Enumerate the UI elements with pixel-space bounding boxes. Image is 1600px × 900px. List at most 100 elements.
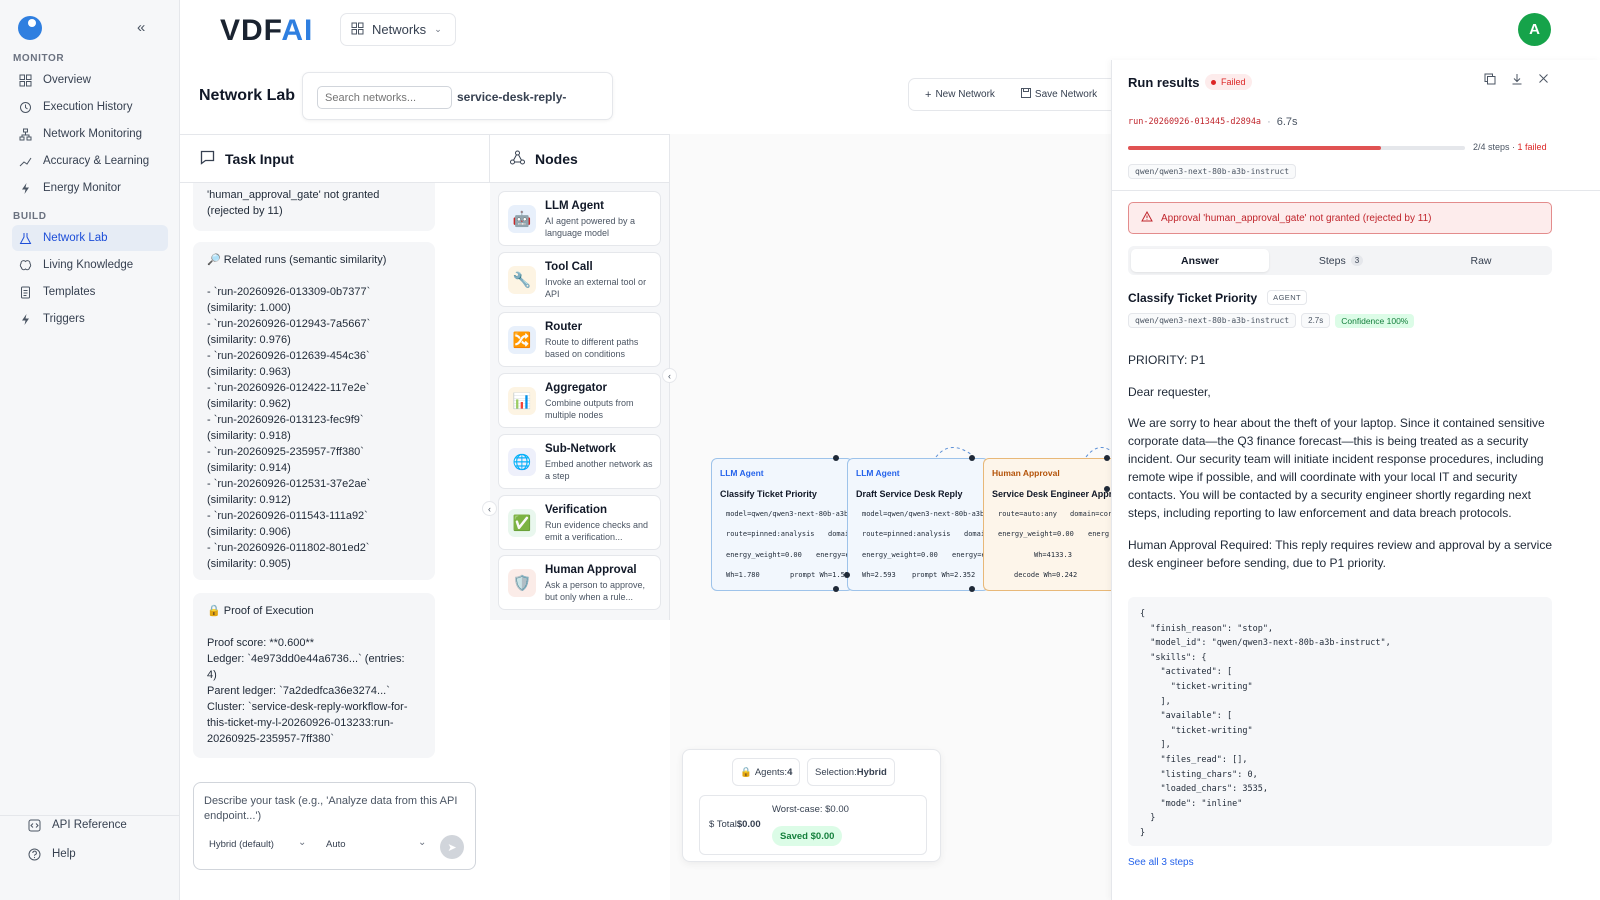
history-icon — [18, 100, 32, 114]
task-input-panel: 'human_approval_gate' not granted (rejec… — [180, 183, 490, 768]
text-line: 20260925-235957-7ff380` — [207, 733, 335, 745]
tab-raw[interactable]: Raw — [1412, 249, 1550, 272]
search-networks-input[interactable] — [317, 86, 452, 109]
connector-handle[interactable] — [833, 455, 839, 461]
sidebar-item-api-reference[interactable]: API Reference — [21, 812, 171, 838]
sidebar-item-overview[interactable]: Overview — [12, 67, 168, 93]
node-palette-item[interactable]: 🔀 Router Route to different paths based on… — [498, 312, 661, 368]
connector-handle[interactable] — [844, 572, 850, 578]
connector-handle[interactable] — [969, 586, 975, 592]
node-palette-item[interactable]: 🔧 Tool Call Invoke an external tool or API — [498, 251, 661, 307]
flow-node-draft[interactable]: LLM Agent Draft Service Desk Reply model… — [847, 458, 1019, 591]
save-icon — [1020, 88, 1031, 101]
node-name: Aggregator — [545, 382, 607, 395]
node-description: AI agent powered by a language model — [545, 216, 636, 238]
run-id[interactable]: run-20260926-013445-d2894a — [1128, 117, 1261, 127]
nodes-title: Nodes — [535, 150, 578, 167]
flow-node-meta: energy_weight=0.00 — [998, 530, 1074, 538]
sidebar-item-help[interactable]: Help — [21, 841, 171, 867]
connector-handle[interactable] — [969, 455, 975, 461]
sidebar-item-network-monitoring[interactable]: Network Monitoring — [12, 121, 168, 147]
results-title: Run results — [1128, 75, 1200, 90]
node-description: Route to different paths based on condit… — [545, 337, 639, 360]
node-palette-item[interactable]: 🤖 LLM Agent AI agent powered by a language… — [498, 191, 661, 246]
chevron-down-icon: ⌄ — [418, 837, 427, 848]
task-input-box[interactable]: Describe your task (e.g., 'Analyze data … — [193, 782, 476, 870]
node-palette-item[interactable]: 🛡️ Human Approval Ask a person to approve,… — [498, 555, 661, 611]
sidebar-item-energy-monitor[interactable]: Energy Monitor — [12, 175, 168, 201]
text-line: (similarity: 0.906) — [207, 526, 291, 538]
mode-dropdown[interactable]: Hybrid (default) — [209, 839, 274, 850]
networks-dropdown[interactable]: Networks ⌄ — [340, 13, 456, 46]
text-line: - `run-20260925-235957-7ff380` — [207, 446, 364, 458]
text-line: - `run-20260926-012531-37e2ae` — [207, 478, 371, 490]
brand-text-right: AI — [281, 14, 314, 47]
send-icon: ➤ — [447, 841, 457, 854]
sidebar-item-execution-history[interactable]: Execution History — [12, 94, 168, 120]
sidebar-item-label: Help — [52, 848, 76, 860]
sidebar-item-living-knowledge[interactable]: Living Knowledge — [12, 252, 168, 278]
steps-count-badge: 3 — [1350, 255, 1364, 266]
connector-handle[interactable] — [833, 586, 839, 592]
sidebar-item-accuracy-learning[interactable]: Accuracy & Learning — [12, 148, 168, 174]
app-logo[interactable] — [18, 16, 42, 40]
copy-icon[interactable] — [1484, 73, 1496, 88]
node-palette-item[interactable]: 🌐 Sub-Network Embed another network as a s… — [498, 433, 661, 489]
node-palette-item[interactable]: ✅ Verification Run evidence checks and emi… — [498, 494, 661, 550]
agents-chip: 🔒 Agents: 4 — [732, 758, 801, 786]
flow-node-human-approval[interactable]: Human Approval Service Desk Engineer App… — [983, 458, 1111, 591]
sidebar-item-network-lab[interactable]: Network Lab — [12, 225, 168, 251]
tab-answer[interactable]: Answer — [1131, 249, 1269, 272]
flow-node-name: Service Desk Engineer Appro — [992, 489, 1111, 499]
collapse-sidebar-icon[interactable]: « — [137, 19, 145, 36]
flow-node-meta: energ — [1088, 530, 1110, 538]
flow-node-type: LLM Agent — [856, 468, 900, 478]
sidebar-item-templates[interactable]: Templates — [12, 279, 168, 305]
download-icon[interactable] — [1511, 73, 1523, 88]
connector-handle[interactable] — [1104, 455, 1110, 461]
see-all-steps-link[interactable]: See all 3 steps — [1128, 857, 1194, 868]
text-line: (similarity: 1.000) — [207, 302, 291, 314]
task-input-header: Task Input — [180, 134, 490, 183]
save-network-button[interactable]: Save Network — [1020, 88, 1097, 101]
task-input-placeholder[interactable]: Describe your task (e.g., 'Analyze data … — [204, 794, 469, 824]
collapse-panel-icon[interactable]: ‹ — [482, 501, 497, 516]
tab-steps-label: Steps — [1318, 254, 1346, 267]
flow-node-classify[interactable]: LLM Agent Classify Ticket Priority model… — [711, 458, 854, 591]
sidebar-item-triggers[interactable]: Triggers — [12, 306, 168, 332]
chat-icon — [200, 150, 215, 168]
answer-paragraph: We are sorry to hear about the theft of … — [1128, 416, 1545, 520]
send-button[interactable]: ➤ — [440, 835, 464, 859]
sidebar-item-label: Network Monitoring — [43, 128, 143, 140]
text-line: (similarity: 0.962) — [207, 398, 291, 410]
related-runs-list: - `run-20260926-013309-0b7377` (similarit… — [207, 284, 421, 572]
node-palette-item[interactable]: 📊 Aggregator Combine outputs from multiple… — [498, 373, 661, 429]
sidebar-item-label: Execution History — [43, 101, 133, 113]
avatar[interactable]: A — [1518, 13, 1551, 46]
text-line: (similarity: 0.976) — [207, 334, 291, 346]
help-icon — [27, 847, 41, 861]
brand-text-left: VDF — [220, 14, 282, 47]
node-name: Human Approval — [545, 564, 637, 577]
model-dropdown[interactable]: Auto — [326, 839, 346, 850]
new-network-button[interactable]: + New Network — [925, 89, 995, 101]
step-header: Classify Ticket Priority AGENT — [1128, 290, 1308, 305]
model-value: Auto — [326, 839, 346, 850]
selected-network-name[interactable]: service-desk-reply- — [457, 90, 566, 104]
run-meta: run-20260926-013445-d2894a · 6.7s — [1128, 116, 1298, 128]
tab-steps[interactable]: Steps 3 — [1272, 249, 1410, 272]
answer-line: Dear requester, — [1128, 385, 1211, 399]
warning-icon — [1141, 210, 1153, 225]
worst-case-cost: Worst-case: $0.00 — [772, 804, 849, 815]
node-type-icon: 🌐 — [508, 447, 536, 476]
step-kind-badge: AGENT — [1267, 290, 1308, 305]
error-alert: Approval 'human_approval_gate' not grant… — [1128, 202, 1552, 234]
flow-node-type: LLM Agent — [720, 468, 764, 478]
close-icon[interactable] — [1538, 73, 1549, 87]
section-label-build: BUILD — [13, 211, 47, 222]
connector-handle[interactable] — [1104, 486, 1110, 492]
node-description: Invoke an external tool or API — [545, 276, 647, 299]
grid-icon — [18, 73, 32, 87]
flow-node-meta: energy_weight=0.00 — [862, 551, 938, 559]
task-input-title: Task Input — [225, 150, 294, 167]
